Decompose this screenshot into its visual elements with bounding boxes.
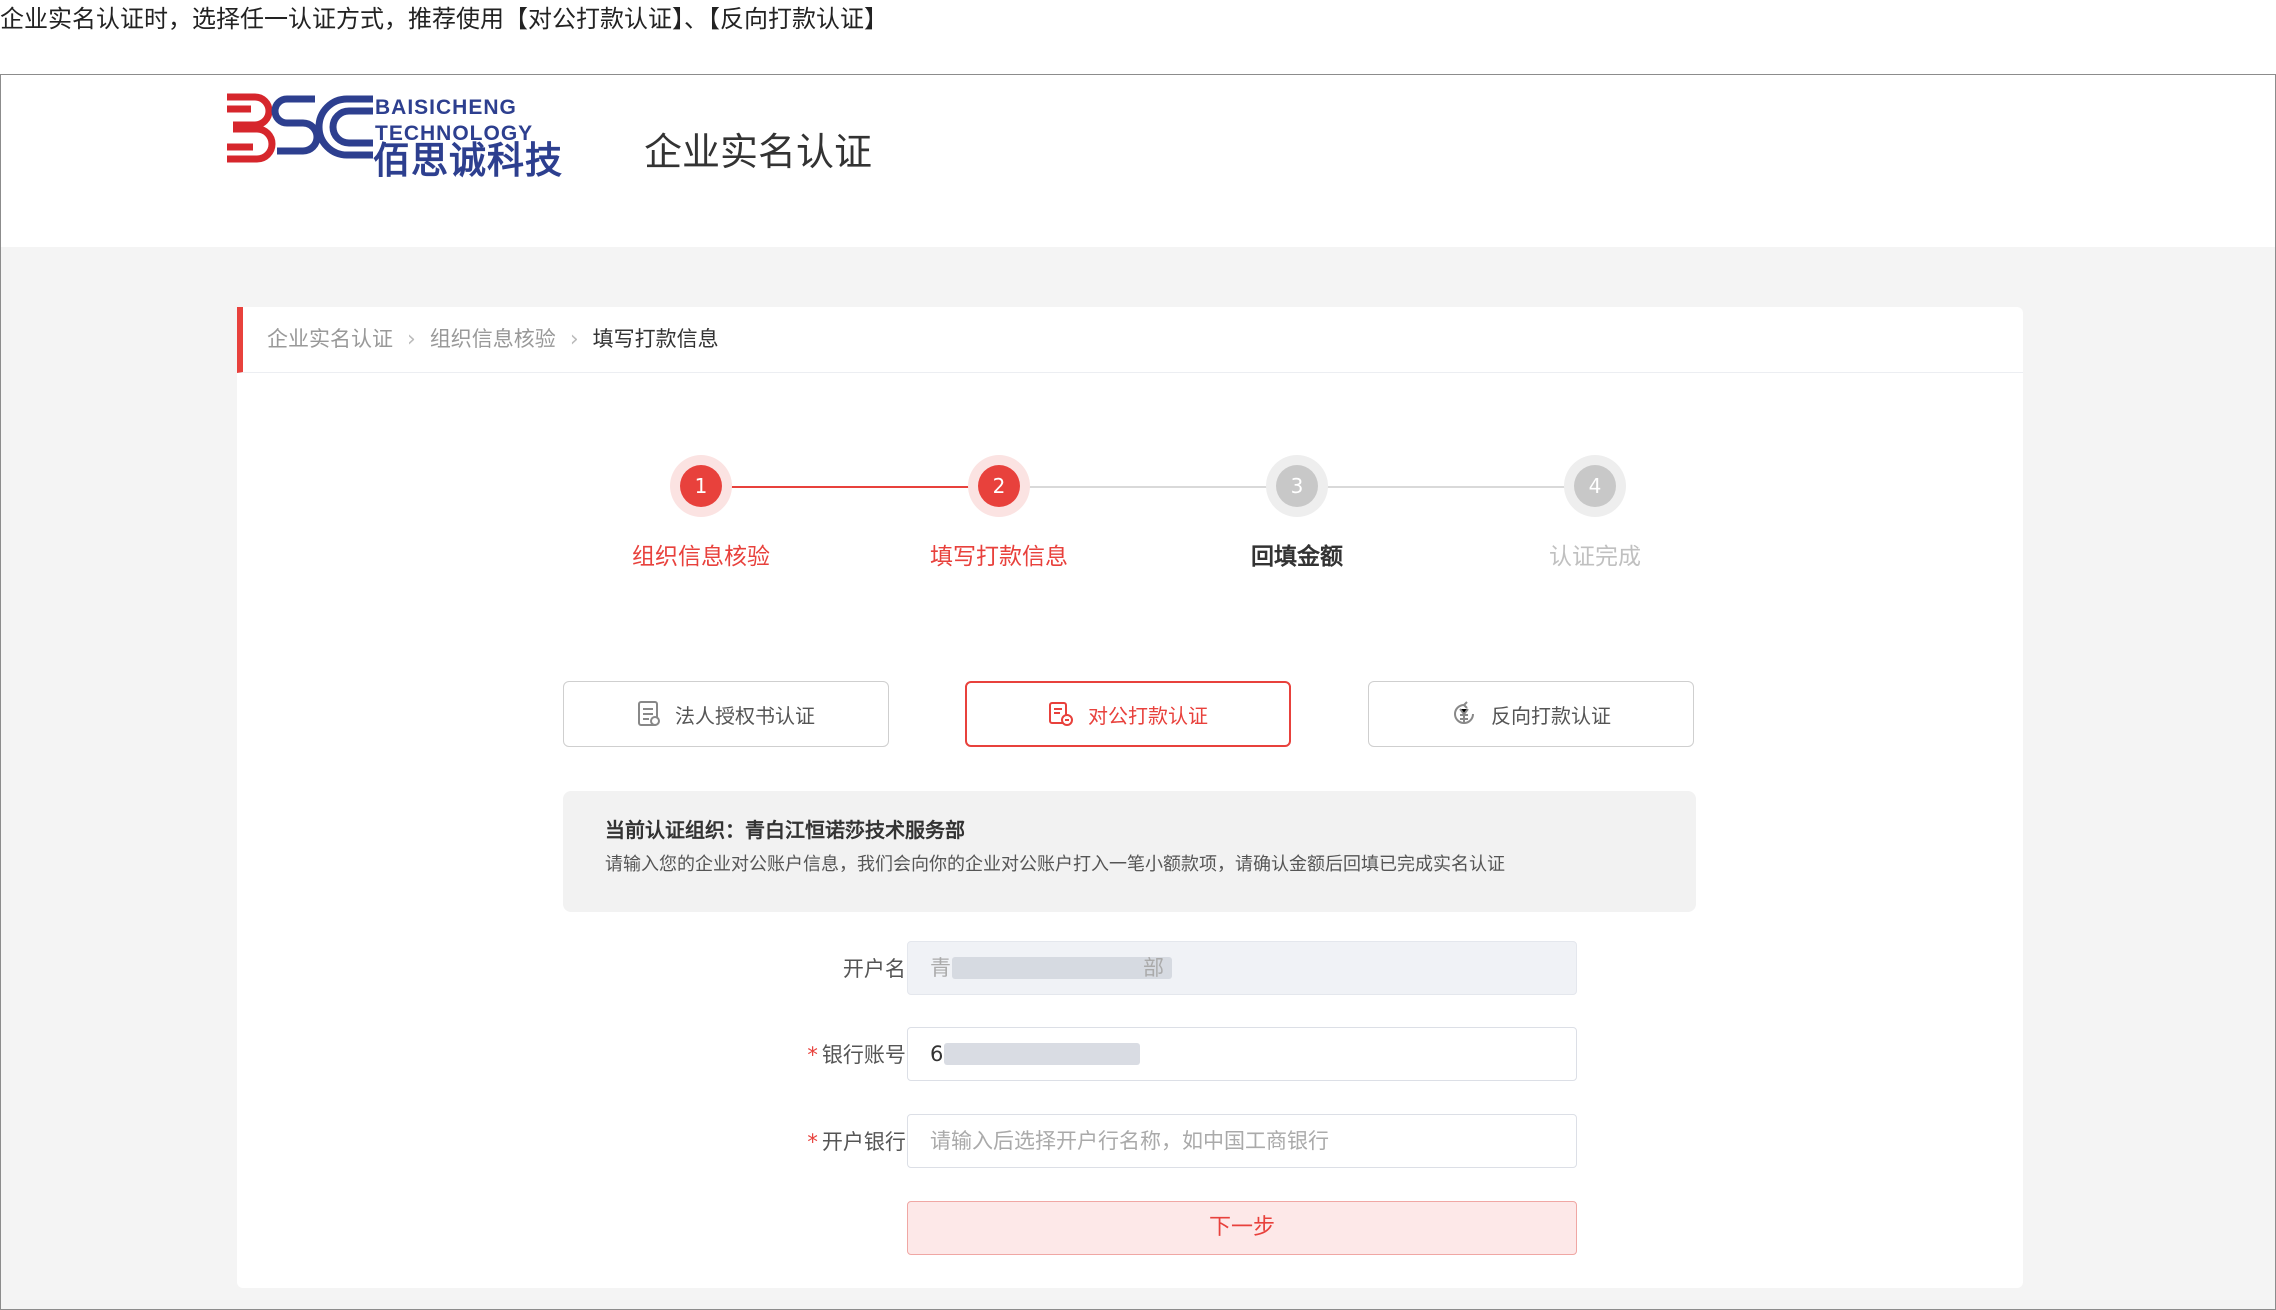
step-label: 认证完成: [1549, 544, 1641, 570]
next-step-button[interactable]: 下一步: [907, 1201, 1577, 1255]
breadcrumb-item-payment-info: 填写打款信息: [592, 327, 719, 351]
step-number: 4: [1574, 465, 1616, 507]
org-info-box: 当前认证组织：青白江恒诺莎技术服务部 请输入您的企业对公账户信息，我们会向你的企…: [563, 791, 1696, 912]
step-number: 2: [978, 465, 1020, 507]
blurred-text: [944, 1043, 1140, 1065]
content-card: 企业实名认证 › 组织信息核验 › 填写打款信息 1 组织信息核验 2 填写打款信息 3…: [237, 307, 2023, 1288]
method-legal-authorization-button[interactable]: 法人授权书认证: [563, 681, 889, 747]
bank-select-input[interactable]: 请输入后选择开户行名称，如中国工商银行: [907, 1114, 1577, 1168]
step-label: 填写打款信息: [930, 544, 1068, 570]
form-row-account-name: 开户名: 青 部: [237, 941, 2023, 997]
yuan-refund-icon: [1454, 701, 1474, 724]
method-label: 法人授权书认证: [675, 703, 815, 728]
account-name-label: 开户名:: [842, 957, 913, 981]
auth-method-options: 法人授权书认证 对公打款认证 反向打款认证: [563, 681, 1698, 749]
breadcrumb: 企业实名认证 › 组织信息核验 › 填写打款信息: [237, 307, 2023, 373]
method-label: 对公打款认证: [1088, 703, 1208, 728]
method-reverse-transfer-button[interactable]: 反向打款认证: [1368, 681, 1694, 747]
info-description: 请输入您的企业对公账户信息，我们会向你的企业对公账户打入一笔小额款项，请确认金额…: [605, 854, 1505, 875]
account-name-prefix: 青: [930, 956, 951, 980]
bank-account-input[interactable]: 6: [907, 1027, 1577, 1081]
method-label: 反向打款认证: [1491, 703, 1611, 728]
bank-account-label: * 银行账号:: [807, 1043, 913, 1067]
form-row-bank: * 开户银行: 请输入后选择开户行名称，如中国工商银行: [237, 1114, 2023, 1170]
bank-account-prefix: 6: [930, 1042, 944, 1066]
step-label: 回填金额: [1251, 544, 1343, 570]
account-name-suffix: 部: [1143, 956, 1164, 980]
step-3: 3 回填金额: [1197, 455, 1397, 573]
chevron-right-icon: ›: [569, 327, 579, 352]
bank-label: * 开户银行:: [807, 1130, 913, 1154]
blurred-text: [952, 957, 1172, 979]
step-label: 组织信息核验: [632, 544, 770, 570]
document-icon: [638, 701, 660, 726]
progress-steps: 1 组织信息核验 2 填写打款信息 3 回填金额 4 认证完成: [617, 455, 1641, 575]
instruction-caption: 企业实名认证时，选择任一认证方式，推荐使用【对公打款认证】、【反向打款认证】: [0, 5, 888, 33]
current-org-title: 当前认证组织：青白江恒诺莎技术服务部: [605, 818, 965, 842]
bank-transfer-icon: [1049, 702, 1073, 726]
step-4: 4 认证完成: [1495, 455, 1695, 573]
screenshot-frame: BAISICHENG TECHNOLOGY 佰思诚科技 企业实名认证 企业实名认证…: [0, 74, 2276, 1310]
breadcrumb-item-enterprise-auth[interactable]: 企业实名认证: [267, 327, 393, 351]
step-number: 3: [1276, 465, 1318, 507]
step-2: 2 填写打款信息: [899, 455, 1099, 573]
form-row-bank-account: * 银行账号: 6: [237, 1027, 2023, 1083]
method-corporate-transfer-button[interactable]: 对公打款认证: [965, 681, 1291, 747]
chevron-right-icon: ›: [407, 327, 416, 352]
top-header: BAISICHENG TECHNOLOGY 佰思诚科技 企业实名认证: [1, 75, 2275, 247]
breadcrumb-item-org-verify[interactable]: 组织信息核验: [430, 327, 556, 351]
logo-chinese-text: 佰思诚科技: [373, 139, 563, 182]
account-name-field: 青 部: [907, 941, 1577, 995]
page-title: 企业实名认证: [644, 130, 873, 174]
step-number: 1: [680, 465, 722, 507]
step-1: 1 组织信息核验: [601, 455, 801, 573]
